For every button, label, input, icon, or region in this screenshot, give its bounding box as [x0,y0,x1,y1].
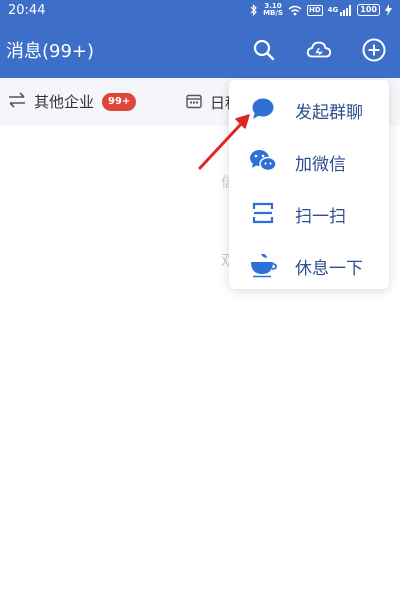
menu-item-take-a-break[interactable]: 休息一下 [229,240,389,290]
calendar-icon [186,93,202,113]
switch-enterprise-label: 其他企业 [34,93,95,111]
add-popup-menu: 发起群聊 加微信 扫一扫 休息一下 [229,80,389,289]
switch-arrows-icon [8,91,26,112]
scan-icon [249,199,277,227]
wifi-icon [288,5,302,16]
cloud-icon[interactable] [306,37,332,63]
hd-badge: HD [307,4,323,16]
switch-enterprise-button[interactable]: 其他企业 99+ [8,91,137,112]
network-speed: 3.10 MB/S [263,3,283,17]
bluetooth-icon [250,4,258,16]
teacup-icon [249,251,277,279]
status-bar: 20:44 3.10 MB/S HD 4G 100 [0,0,400,20]
battery-indicator: 100 [357,4,380,16]
menu-item-label: 扫一扫 [295,207,346,227]
network-type: 4G [327,6,339,14]
wechat-icon [249,147,277,175]
chat-bubble-icon [249,95,277,123]
search-icon[interactable] [251,37,277,63]
status-indicators: 3.10 MB/S HD 4G 100 [250,3,392,17]
status-time: 20:44 [8,2,46,18]
menu-item-scan[interactable]: 扫一扫 [229,188,389,238]
add-icon[interactable] [361,37,387,63]
menu-item-add-wechat[interactable]: 加微信 [229,136,389,186]
network-speed-unit: MB/S [263,9,283,17]
menu-item-label: 加微信 [295,155,346,175]
app-header: 消息(99+) [0,20,400,78]
menu-item-start-group-chat[interactable]: 发起群聊 [229,84,389,134]
menu-item-label: 休息一下 [295,259,363,279]
unread-badge: 99+ [102,92,137,111]
menu-item-label: 发起群聊 [295,103,363,123]
charging-icon [385,4,392,16]
page-title: 消息(99+) [6,41,95,62]
signal-icon [340,4,352,16]
